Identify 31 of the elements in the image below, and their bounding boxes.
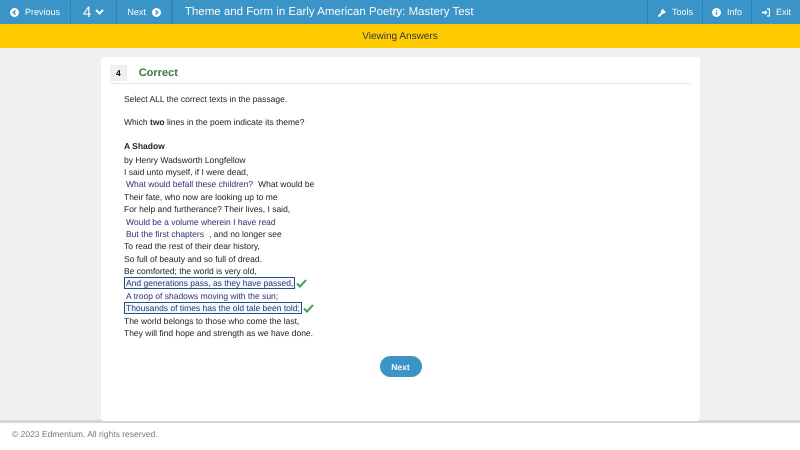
poem-text: I said unto myself, if I were dead, — [124, 166, 248, 177]
question-prompt: Which two lines in the poem indicate its theme? — [124, 117, 306, 127]
poem-text: So full of beauty and so full of dread. — [124, 254, 262, 264]
poem-text: For help and furtherance? Their lives, I said, — [124, 204, 290, 214]
sign-in-arrow-icon — [760, 8, 770, 16]
info-icon — [712, 8, 721, 16]
instruction-text: Select ALL the correct texts in the passage. — [124, 94, 288, 104]
poem-text: The world belongs to those who come the last, — [124, 316, 300, 326]
selectable-text[interactable]: And generations pass, as they have passed, — [124, 277, 296, 290]
poem-title: A Shadow — [124, 141, 166, 153]
left-arrow-icon — [10, 8, 19, 16]
status-label: Correct — [138, 67, 178, 79]
poem-author: by Henry Wadsworth Longfellow — [124, 154, 247, 166]
banner-text: Viewing Answers — [362, 30, 438, 42]
selectable-text[interactable]: Would be a volume wherein I have read — [124, 216, 278, 228]
poem-text: , and no longer see — [208, 228, 282, 239]
selectable-text[interactable]: A troop of shadows moving with the sun; — [124, 290, 280, 302]
chevron-down-icon — [95, 9, 104, 15]
wrench-icon — [656, 8, 666, 16]
poem-text: Be comforted; the world is very old, — [124, 266, 257, 276]
selectable-text[interactable]: Thousands of times has the old tale been told; — [124, 302, 302, 314]
question-number: 4 — [110, 65, 127, 81]
selectable-text[interactable]: But the first chapters — [124, 228, 206, 240]
next-button[interactable]: Next — [380, 356, 422, 378]
poem-text: Their fate, who now are looking up to me — [124, 192, 278, 202]
poem-text: To read the rest of their dear history, — [124, 241, 260, 252]
copyright-text: © 2023 Edmentum. All rights reserved. — [12, 429, 158, 439]
selectable-text[interactable]: What would befall these children? — [124, 178, 256, 190]
right-arrow-icon — [152, 8, 161, 16]
poem-text: They will find hope and strength as we have done. — [124, 328, 314, 338]
poem-text: What would be — [258, 179, 314, 190]
